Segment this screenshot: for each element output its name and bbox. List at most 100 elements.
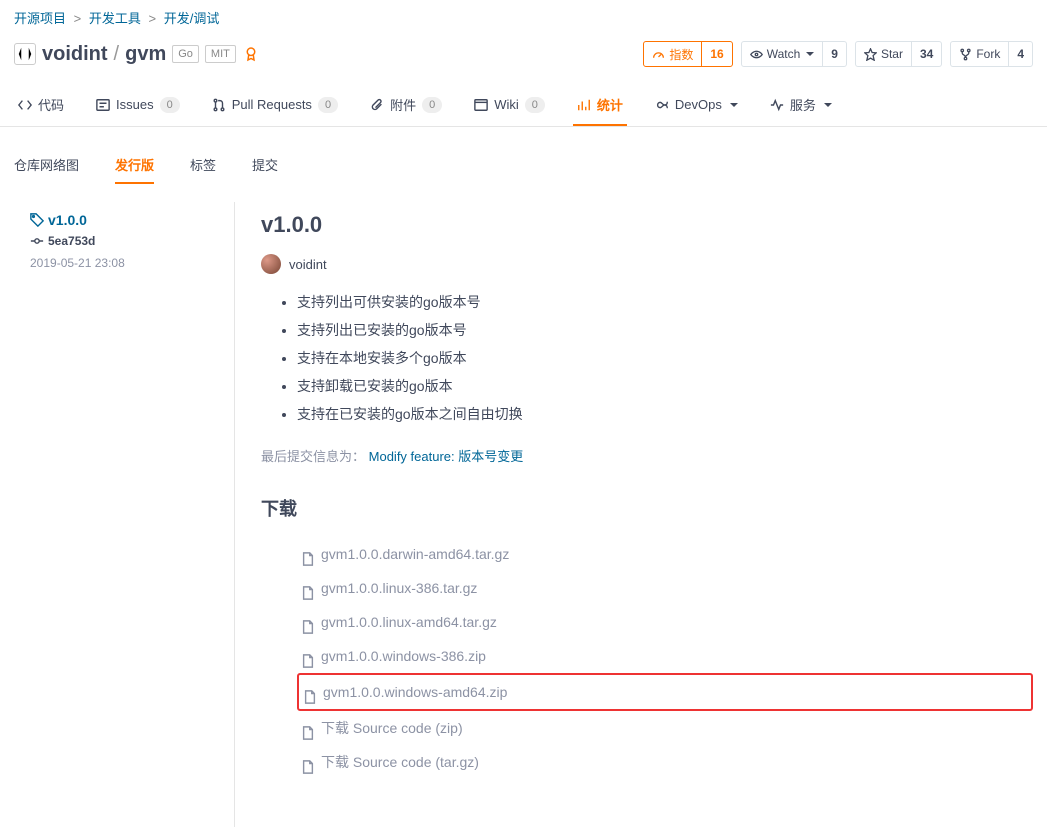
paperclip-icon — [370, 98, 384, 112]
recommend-icon — [242, 45, 260, 63]
download-item[interactable]: gvm1.0.0.windows-amd64.zip — [297, 673, 1033, 711]
download-link[interactable]: gvm1.0.0.windows-386.zip — [321, 642, 486, 670]
download-item[interactable]: 下载 Source code (tar.gz) — [297, 745, 1033, 779]
license-badge: MIT — [205, 45, 236, 63]
release-title: v1.0.0 — [261, 212, 1033, 238]
tab-issues[interactable]: Issues 0 — [92, 87, 184, 125]
author-name: voidint — [289, 257, 327, 272]
watch-count: 9 — [822, 42, 846, 66]
last-commit: 最后提交信息为： Modify feature: 版本号变更 — [261, 446, 1033, 465]
index-label: 指数 — [669, 46, 693, 63]
issues-icon — [96, 98, 110, 112]
release-tag-text: v1.0.0 — [48, 212, 87, 228]
download-link[interactable]: gvm1.0.0.linux-386.tar.gz — [321, 574, 477, 602]
downloads-list: gvm1.0.0.darwin-amd64.tar.gz gvm1.0.0.lin… — [261, 537, 1033, 779]
index-count: 16 — [701, 42, 731, 66]
star-icon — [864, 48, 877, 61]
release-notes-list: 支持列出可供安装的go版本号支持列出已安装的go版本号支持在本地安装多个go版本… — [261, 288, 1033, 428]
stats-icon — [577, 98, 591, 112]
file-icon — [301, 649, 315, 663]
release-author[interactable]: voidint — [261, 254, 1033, 274]
breadcrumb-link[interactable]: 开发/调试 — [164, 11, 220, 26]
tab-pulls[interactable]: Pull Requests 0 — [208, 87, 342, 125]
code-icon — [18, 98, 32, 112]
release-tag-link[interactable]: v1.0.0 — [30, 212, 218, 228]
release-commit-sha: 5ea753d — [48, 234, 95, 248]
release-commit-link[interactable]: 5ea753d — [30, 234, 218, 248]
subtab-tags[interactable]: 标签 — [190, 147, 216, 184]
tab-label: 代码 — [38, 95, 64, 114]
download-item[interactable]: 下载 Source code (zip) — [297, 711, 1033, 745]
release-date: 2019-05-21 23:08 — [30, 256, 218, 270]
tab-label: 统计 — [597, 95, 623, 114]
attach-count: 0 — [422, 97, 442, 113]
download-link[interactable]: 下载 Source code (tar.gz) — [321, 748, 479, 776]
repo-slash: / — [114, 43, 120, 66]
fork-icon — [959, 48, 972, 61]
breadcrumb-link[interactable]: 开源项目 — [14, 11, 66, 26]
avatar — [261, 254, 281, 274]
social-counts: 指数 16 Watch 9 Star 34 Fork 4 — [643, 41, 1033, 67]
watch-button[interactable]: Watch 9 — [741, 41, 847, 67]
git-pull-icon — [212, 98, 226, 112]
lang-badge: Go — [172, 45, 199, 63]
pulse-icon — [770, 98, 784, 112]
download-link[interactable]: gvm1.0.0.windows-amd64.zip — [323, 678, 507, 706]
chevron-down-icon — [822, 97, 832, 112]
star-count: 34 — [911, 42, 941, 66]
eye-icon — [750, 48, 763, 61]
tab-label: DevOps — [675, 97, 722, 112]
tab-attach[interactable]: 附件 0 — [366, 85, 446, 126]
subtab-commits[interactable]: 提交 — [252, 147, 278, 184]
download-item[interactable]: gvm1.0.0.linux-amd64.tar.gz — [297, 605, 1033, 639]
breadcrumb-sep: > — [149, 11, 157, 26]
breadcrumb-sep: > — [74, 11, 82, 26]
repo-type-icon — [14, 43, 36, 65]
star-button[interactable]: Star 34 — [855, 41, 942, 67]
tag-icon — [30, 213, 44, 227]
file-icon — [301, 581, 315, 595]
repo-owner-link[interactable]: voidint — [42, 43, 108, 66]
release-note-item: 支持在已安装的go版本之间自由切换 — [297, 400, 1033, 428]
repo-tabs: 代码 Issues 0 Pull Requests 0 附件 0 Wiki 0 … — [0, 85, 1047, 127]
release-note-item: 支持列出已安装的go版本号 — [297, 316, 1033, 344]
download-link[interactable]: gvm1.0.0.darwin-amd64.tar.gz — [321, 540, 509, 568]
tab-label: 服务 — [790, 95, 816, 114]
download-item[interactable]: gvm1.0.0.linux-386.tar.gz — [297, 571, 1033, 605]
file-icon — [301, 755, 315, 769]
tab-wiki[interactable]: Wiki 0 — [470, 87, 549, 125]
release-note-item: 支持列出可供安装的go版本号 — [297, 288, 1033, 316]
fork-button[interactable]: Fork 4 — [950, 41, 1033, 67]
last-commit-link[interactable]: Modify feature: 版本号变更 — [369, 449, 524, 464]
tab-service[interactable]: 服务 — [766, 85, 836, 126]
file-icon — [301, 721, 315, 735]
subtab-network[interactable]: 仓库网络图 — [14, 147, 79, 184]
tab-devops[interactable]: DevOps — [651, 87, 742, 124]
tab-code[interactable]: 代码 — [14, 85, 68, 126]
fork-label: Fork — [976, 47, 1000, 61]
tab-label: Wiki — [494, 97, 519, 112]
book-icon — [474, 98, 488, 112]
download-link[interactable]: 下载 Source code (zip) — [321, 714, 463, 742]
watch-label: Watch — [767, 47, 801, 61]
repo-name-link[interactable]: gvm — [125, 43, 166, 66]
fork-count: 4 — [1008, 42, 1032, 66]
release-main: v1.0.0 voidint 支持列出可供安装的go版本号支持列出已安装的go版… — [234, 202, 1033, 827]
breadcrumb-link[interactable]: 开发工具 — [89, 11, 141, 26]
download-link[interactable]: gvm1.0.0.linux-amd64.tar.gz — [321, 608, 497, 636]
commit-icon — [30, 234, 44, 248]
repo-header: voidint / gvm Go MIT 指数 16 Watch 9 Star … — [0, 35, 1047, 85]
tab-stats[interactable]: 统计 — [573, 85, 627, 126]
content: v1.0.0 5ea753d 2019-05-21 23:08 v1.0.0 v… — [0, 192, 1047, 837]
subtab-releases[interactable]: 发行版 — [115, 147, 154, 184]
infinity-icon — [655, 98, 669, 112]
file-icon — [301, 547, 315, 561]
file-icon — [303, 685, 317, 699]
download-item[interactable]: gvm1.0.0.windows-386.zip — [297, 639, 1033, 673]
last-commit-label: 最后提交信息为： — [261, 449, 365, 464]
release-note-item: 支持在本地安装多个go版本 — [297, 344, 1033, 372]
download-item[interactable]: gvm1.0.0.darwin-amd64.tar.gz — [297, 537, 1033, 571]
pulls-count: 0 — [318, 97, 338, 113]
wiki-count: 0 — [525, 97, 545, 113]
index-button[interactable]: 指数 16 — [643, 41, 732, 67]
